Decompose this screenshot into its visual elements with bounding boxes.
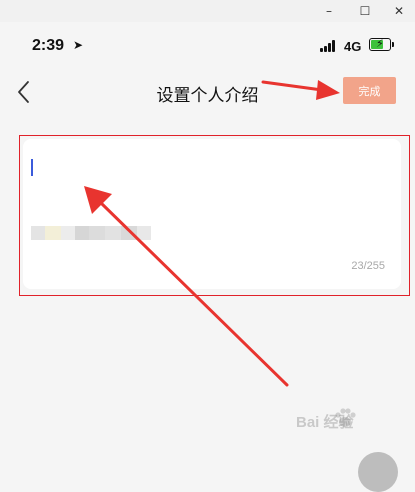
annotation-arrows — [84, 80, 340, 387]
baidu-watermark: Bai 经验 — [296, 414, 354, 431]
floating-button[interactable] — [358, 452, 398, 492]
arrow-to-textarea-icon — [84, 186, 289, 387]
arrow-to-done-icon — [261, 80, 340, 100]
